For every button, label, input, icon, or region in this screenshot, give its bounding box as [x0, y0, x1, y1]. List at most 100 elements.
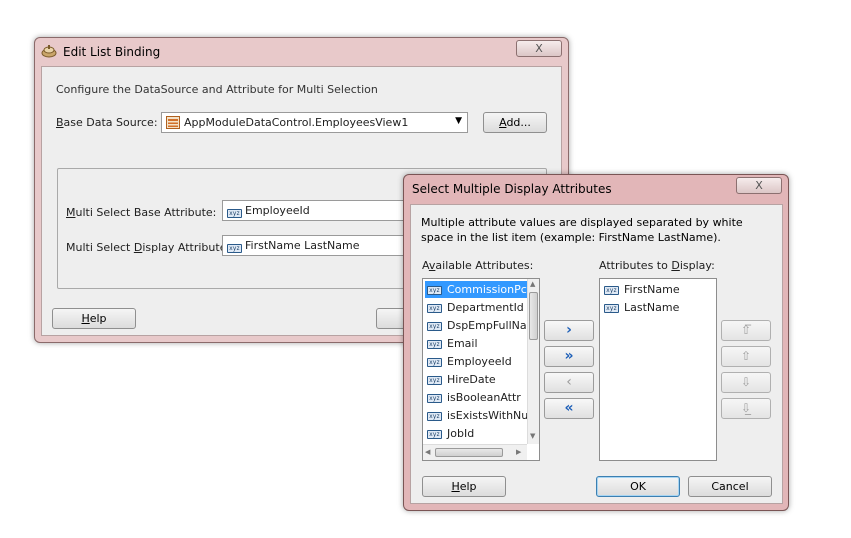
edit-dialog-help-button[interactable]: Help — [52, 308, 136, 329]
available-label-rest: ailable Attributes: — [435, 259, 534, 272]
available-list-item-label: JobId — [447, 427, 475, 440]
move-up-button[interactable]: ⇧ — [721, 346, 771, 367]
view-object-icon — [166, 116, 180, 129]
attribute-icon: xyz — [427, 321, 442, 331]
select-dialog-help-button[interactable]: Help — [422, 476, 506, 497]
cancel-button[interactable]: Cancel — [688, 476, 772, 497]
attribute-icon: xyz — [227, 206, 242, 219]
add-label-rest: dd... — [506, 116, 531, 129]
arrow-top-icon: ⇧̅ — [740, 323, 752, 337]
display-attribute-label-pre: Multi Select — [66, 241, 134, 254]
arrow-up-icon: ⇧ — [740, 349, 752, 363]
available-list-item[interactable]: xyz isBooleanAttr — [425, 389, 525, 406]
attribute-icon: xyz — [604, 303, 619, 313]
available-list-item-label: HireDate — [447, 373, 496, 386]
base-attribute-select[interactable]: xyz EmployeeId — [222, 200, 412, 221]
double-chevron-right-icon: » — [564, 348, 574, 364]
select-attributes-titlebar[interactable]: Select Multiple Display Attributes X — [404, 175, 788, 203]
base-data-source-mnemonic: B — [56, 116, 64, 129]
display-list-item-label: FirstName — [624, 283, 680, 296]
vscroll-thumb[interactable] — [529, 292, 538, 340]
attribute-icon: xyz — [427, 375, 442, 385]
display-list-item[interactable]: xyz LastName — [602, 299, 683, 316]
move-all-left-button[interactable]: « — [544, 398, 594, 419]
display-list-item-label: LastName — [624, 301, 680, 314]
select-dialog-description: Multiple attribute values are displayed … — [421, 216, 743, 244]
available-list-hscrollbar[interactable]: ◀ ▶ — [423, 444, 527, 460]
add-data-source-button[interactable]: Add... — [483, 112, 547, 133]
attribute-icon: xyz — [427, 429, 442, 439]
scroll-up-icon[interactable]: ▲ — [530, 280, 535, 288]
chevron-down-icon[interactable]: ▼ — [455, 116, 462, 126]
double-chevron-left-icon: « — [564, 400, 574, 416]
edit-dialog-close-button[interactable]: X — [516, 40, 562, 57]
arrow-down-icon: ⇩ — [740, 375, 752, 389]
scroll-left-icon[interactable]: ◀ — [425, 448, 430, 456]
available-list-item[interactable]: xyz Email — [425, 335, 482, 352]
display-label-rest: isplay: — [679, 259, 715, 272]
display-attribute-select[interactable]: xyz FirstName LastName — [222, 235, 412, 256]
select-dialog-close-button[interactable]: X — [736, 177, 782, 194]
available-attributes-label: Available Attributes: — [422, 259, 533, 272]
scroll-down-icon[interactable]: ▼ — [530, 432, 535, 440]
help-label-rest: elp — [459, 480, 477, 493]
move-to-bottom-button[interactable]: ⇩̲ — [721, 398, 771, 419]
help-mnemonic: H — [451, 480, 460, 493]
available-list-item[interactable]: xyz CommissionPct — [425, 281, 527, 298]
help-label-rest: elp — [89, 312, 107, 325]
available-list-item-label: Email — [447, 337, 478, 350]
edit-list-binding-title: Edit List Binding — [63, 45, 161, 59]
available-list-item-label: isExistsWithNumb — [447, 409, 527, 422]
edit-dialog-description: Configure the DataSource and Attribute f… — [56, 83, 378, 96]
base-attribute-mnemonic: M — [66, 206, 76, 219]
available-list-item-label: DepartmentId — [447, 301, 524, 314]
base-attribute-label-rest: ulti Select Base Attribute: — [75, 206, 217, 219]
display-attribute-label: Multi Select Display Attribute: — [66, 241, 230, 254]
hscroll-thumb[interactable] — [435, 448, 503, 457]
move-left-button[interactable]: ‹ — [544, 372, 594, 393]
available-list-item[interactable]: xyz DepartmentId — [425, 299, 527, 316]
edit-list-binding-titlebar[interactable]: Edit List Binding X — [35, 38, 568, 66]
attribute-icon: xyz — [427, 393, 442, 403]
base-data-source-label-rest: ase Data Source: — [63, 116, 158, 129]
available-list-item-label: isBooleanAttr — [447, 391, 521, 404]
available-list-item[interactable]: xyz HireDate — [425, 371, 500, 388]
display-label-pre: Attributes to — [599, 259, 672, 272]
available-attributes-list[interactable]: xyz CommissionPct xyz DepartmentId xyz DspEmp… — [422, 278, 540, 461]
move-down-button[interactable]: ⇩ — [721, 372, 771, 393]
base-data-source-select[interactable]: AppModuleDataControl.EmployeesView1 ▼ — [161, 112, 468, 133]
available-list-item[interactable]: xyz isExistsWithNumb — [425, 407, 527, 424]
available-list-item-label: CommissionPct — [447, 283, 527, 296]
move-to-top-button[interactable]: ⇧̅ — [721, 320, 771, 341]
close-icon: X — [755, 179, 763, 192]
base-attribute-label: Multi Select Base Attribute: — [66, 206, 216, 219]
move-all-right-button[interactable]: » — [544, 346, 594, 367]
chevron-left-icon: ‹ — [566, 374, 572, 390]
select-dialog-client: Multiple attribute values are displayed … — [410, 204, 783, 504]
attribute-icon: xyz — [604, 285, 619, 295]
select-display-attributes-dialog: Select Multiple Display Attributes X Mul… — [403, 174, 789, 511]
attributes-to-display-label: Attributes to Display: — [599, 259, 715, 272]
display-attribute-value: FirstName LastName — [245, 239, 360, 252]
attribute-icon: xyz — [227, 241, 242, 254]
attribute-icon: xyz — [427, 285, 442, 295]
available-list-item[interactable]: xyz DspEmpFullName — [425, 317, 527, 334]
ok-button[interactable]: OK — [596, 476, 680, 497]
attributes-to-display-list[interactable]: xyz FirstName xyz LastName — [599, 278, 717, 461]
base-data-source-label: Base Data Source: — [56, 116, 158, 129]
select-attributes-title: Select Multiple Display Attributes — [412, 182, 612, 196]
display-label-mnemonic: D — [671, 259, 680, 272]
available-list-vscrollbar[interactable]: ▲ ▼ — [527, 279, 539, 444]
available-list-item[interactable]: xyz EmployeeId — [425, 353, 516, 370]
display-items-container: xyz FirstName xyz LastName — [600, 279, 716, 460]
attribute-icon: xyz — [427, 411, 442, 421]
attribute-icon: xyz — [427, 357, 442, 367]
move-right-button[interactable]: › — [544, 320, 594, 341]
available-list-item[interactable]: xyz JobId — [425, 425, 478, 442]
attribute-icon: xyz — [427, 339, 442, 349]
base-data-source-value: AppModuleDataControl.EmployeesView1 — [184, 116, 409, 129]
attribute-icon: xyz — [427, 303, 442, 313]
scroll-right-icon[interactable]: ▶ — [516, 448, 521, 456]
chevron-right-icon: › — [566, 322, 572, 338]
display-list-item[interactable]: xyz FirstName — [602, 281, 684, 298]
